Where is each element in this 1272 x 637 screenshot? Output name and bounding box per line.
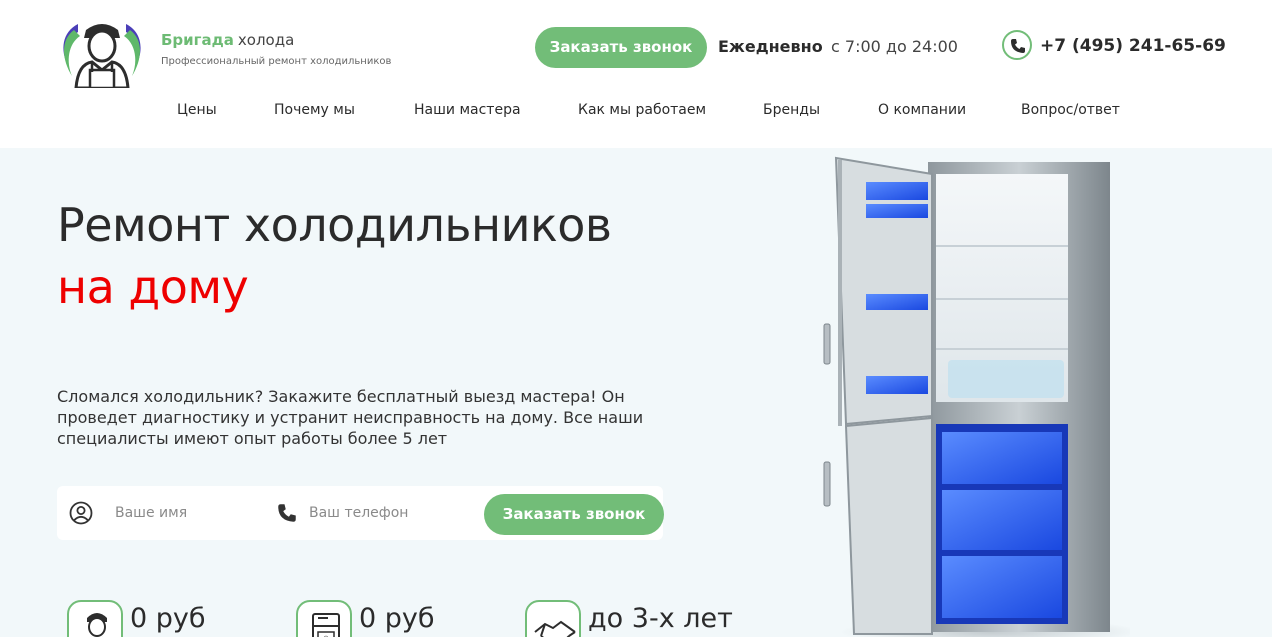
user-icon: [69, 501, 93, 529]
form-submit-button[interactable]: Заказать звонок: [484, 494, 664, 535]
handshake-icon: [525, 600, 581, 637]
nav-item-how-we-work[interactable]: Как мы работаем: [578, 102, 706, 118]
brand-tagline: Профессиональный ремонт холодильников: [161, 56, 392, 67]
nav-item-about[interactable]: О компании: [878, 102, 966, 118]
feature-item: 0 руб: [67, 600, 267, 637]
schedule-hours: с 7:00 до 24:00: [831, 37, 958, 56]
brand-name[interactable]: Бригада холода: [161, 31, 294, 49]
feature-value: 0 руб: [359, 603, 435, 634]
hero-description: Сломался холодильник? Закажите бесплатны…: [57, 387, 644, 448]
brand-name-secondary: холода: [237, 31, 295, 49]
hero-title-line2: на дому: [57, 260, 249, 314]
phone-input[interactable]: [309, 498, 469, 528]
brand-name-primary: Бригада: [161, 31, 234, 49]
nav-item-brands[interactable]: Бренды: [763, 102, 820, 118]
site-header: Бригада холода Профессиональный ремонт хо…: [0, 0, 1272, 148]
fridge-icon: *: [296, 600, 352, 637]
logo-technician-icon[interactable]: [58, 16, 146, 90]
main-nav: Цены Почему мы Наши мастера Как мы работ…: [0, 102, 1272, 122]
phone-icon[interactable]: [1002, 30, 1032, 60]
feature-value: до 3-х лет: [588, 603, 733, 634]
feature-item: * 0 руб: [296, 600, 496, 637]
nav-item-faq[interactable]: Вопрос/ответ: [1021, 102, 1120, 118]
header-callback-button[interactable]: Заказать звонок: [535, 27, 707, 68]
schedule-label: Ежедневно: [718, 37, 823, 56]
feature-item: до 3-х лет: [525, 600, 755, 637]
phone-icon: [277, 503, 297, 527]
name-input[interactable]: [115, 498, 265, 528]
callback-form: Заказать звонок: [57, 486, 664, 540]
technician-icon: [67, 600, 123, 637]
hero-title-line1: Ремонт холодильников: [57, 198, 612, 252]
header-phone-number[interactable]: +7 (495) 241-65-69: [1040, 36, 1226, 56]
nav-item-why-us[interactable]: Почему мы: [274, 102, 355, 118]
feature-value: 0 руб: [130, 603, 206, 634]
nav-item-masters[interactable]: Наши мастера: [414, 102, 521, 118]
fridge-image: [800, 154, 1140, 637]
hero-section: Ремонт холодильников на дому Сломался хо…: [0, 148, 1272, 637]
nav-item-prices[interactable]: Цены: [177, 102, 217, 118]
